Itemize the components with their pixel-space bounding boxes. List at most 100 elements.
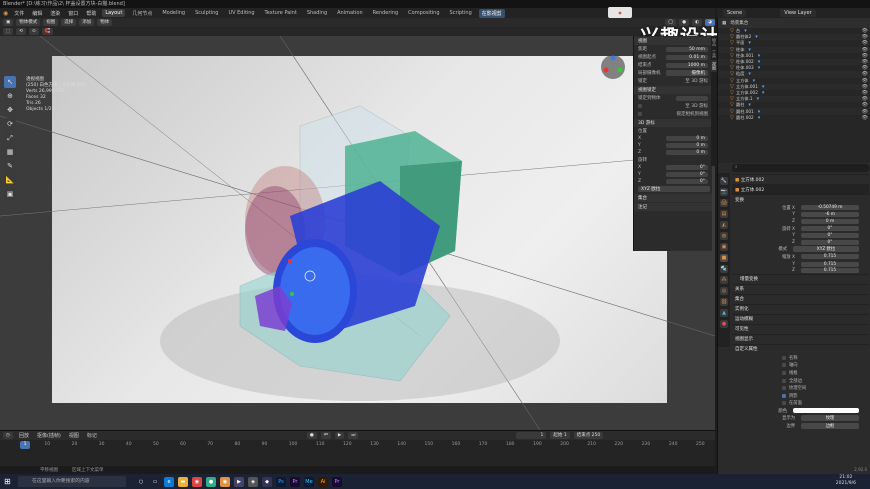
visibility-eye-icon[interactable]: 👁 xyxy=(862,65,868,71)
task-view-icon[interactable]: ▭ xyxy=(150,477,160,487)
object-mode-dropdown[interactable]: 物体模式 xyxy=(16,19,41,26)
rotation-mode-dropdown[interactable]: XYZ 欧拉 xyxy=(793,246,859,253)
navigation-gizmo[interactable] xyxy=(598,52,628,82)
section-visibility[interactable]: 可见性 xyxy=(732,323,869,334)
display-as-dropdown[interactable]: 纹理 xyxy=(801,415,859,422)
timeline-ruler[interactable]: 10 20 30 40 50 60 70 80 90 100 110 120 130 140 150 160 1… xyxy=(0,441,715,451)
section-instancing[interactable]: 实例化 xyxy=(732,303,869,314)
display-option-checkbox[interactable] xyxy=(782,355,786,360)
visibility-eye-icon[interactable]: 👁 xyxy=(862,109,868,115)
section-custom-properties[interactable]: 自定义属性 xyxy=(732,343,869,354)
menu-timeline-view[interactable]: 视图 xyxy=(67,431,81,440)
section-view-lock[interactable]: 视图锁定 xyxy=(634,86,712,94)
blender-taskbar-icon[interactable]: ◉ xyxy=(220,476,230,487)
menu-render[interactable]: 渲染 xyxy=(48,9,62,18)
data-tab-icon[interactable]: ▲ xyxy=(720,309,728,317)
location-x-field[interactable]: -0.50749 m xyxy=(801,205,859,211)
visibility-eye-icon[interactable]: 👁 xyxy=(862,71,868,77)
playhead[interactable]: 1 xyxy=(20,441,30,449)
3d-viewport[interactable]: 透视视图 (250) 白色方块 | 立方体.002 Verts 26,990,7… xyxy=(0,36,715,430)
rotate-icon[interactable]: ⟳ xyxy=(4,118,16,130)
pivot-icon[interactable]: ⊙ xyxy=(29,28,39,35)
tab-texture-paint[interactable]: Texture Paint xyxy=(262,9,300,17)
constraints-tab-icon[interactable]: ⛓ xyxy=(720,298,728,306)
cursor-icon[interactable]: ⊕ xyxy=(4,90,16,102)
scale-icon[interactable]: ⤢ xyxy=(4,132,16,144)
add-cube-icon[interactable]: ▣ xyxy=(4,188,16,200)
tab-modeling[interactable]: Modeling xyxy=(159,9,188,17)
display-option-checkbox[interactable] xyxy=(782,370,786,375)
clip-start-field[interactable]: 0.01 m xyxy=(666,54,708,60)
move-icon[interactable]: ✥ xyxy=(4,104,16,116)
blender-logo-icon[interactable]: ◉ xyxy=(3,10,8,17)
view-layer-tab-icon[interactable]: ▤ xyxy=(720,210,728,218)
cursor-loc-y-field[interactable]: 0 m xyxy=(666,143,708,148)
app4-icon[interactable]: ◆ xyxy=(262,476,272,487)
menu-object[interactable]: 物体 xyxy=(97,19,113,26)
modifier-tab-icon[interactable]: 🔩 xyxy=(720,265,728,273)
tab-compositing[interactable]: Compositing xyxy=(405,9,442,17)
rotation-x-field[interactable]: 0° xyxy=(801,226,859,232)
section-collections[interactable]: 集合 xyxy=(732,293,869,304)
menu-playback[interactable]: 回放 xyxy=(17,431,31,440)
world-tab-icon[interactable]: ◍ xyxy=(720,232,728,240)
visibility-eye-icon[interactable]: 👁 xyxy=(862,102,868,108)
section-view[interactable]: 视图 xyxy=(634,37,712,45)
clip-end-field[interactable]: 1000 m xyxy=(666,62,708,68)
cursor-loc-z-field[interactable]: 0 m xyxy=(666,150,708,155)
menu-edit[interactable]: 编辑 xyxy=(30,9,44,18)
cursor-rotation-mode-dropdown[interactable]: XYZ 欧拉 xyxy=(638,186,710,192)
visibility-eye-icon[interactable]: 👁 xyxy=(862,53,868,59)
scene-tab-icon[interactable]: ◭ xyxy=(720,221,728,229)
cursor-rot-y-field[interactable]: 0° xyxy=(666,172,708,177)
record-icon[interactable]: ● xyxy=(306,432,317,439)
color-swatch[interactable] xyxy=(793,408,859,414)
scale-z-field[interactable]: 0.715 xyxy=(801,268,859,274)
illustrator-icon[interactable]: Ai xyxy=(318,476,328,487)
rotation-z-field[interactable]: 0° xyxy=(801,239,859,245)
tab-scripting[interactable]: Scripting xyxy=(447,9,475,17)
particles-tab-icon[interactable]: ⁂ xyxy=(720,276,728,284)
focal-length-field[interactable]: 50 mm xyxy=(666,46,708,52)
visibility-eye-icon[interactable]: 👁 xyxy=(862,40,868,46)
menu-help[interactable]: 帮助 xyxy=(84,9,98,18)
visibility-eye-icon[interactable]: 👁 xyxy=(862,34,868,40)
play-icon[interactable]: ▶ xyxy=(334,432,345,439)
editor-type-button[interactable]: ▣ xyxy=(3,19,14,26)
menu-select[interactable]: 选择 xyxy=(61,19,77,26)
material-tab-icon[interactable]: ● xyxy=(720,320,728,328)
render-tab-icon[interactable]: 📷 xyxy=(720,188,728,196)
taskbar-search-input[interactable]: 在这里输入你要搜索的内容 xyxy=(18,476,126,487)
app-icon[interactable]: ● xyxy=(206,476,216,487)
object-name-field[interactable]: ■ 立方体.002 xyxy=(732,184,869,194)
physics-tab-icon[interactable]: ◎ xyxy=(720,287,728,295)
tab-uv-editing[interactable]: UV Editing xyxy=(225,9,257,17)
visibility-eye-icon[interactable]: 👁 xyxy=(862,47,868,53)
cursor-loc-x-field[interactable]: 0 m xyxy=(666,136,708,141)
visibility-eye-icon[interactable]: 👁 xyxy=(862,78,868,84)
snap-icon[interactable]: 🧲 xyxy=(41,28,54,35)
display-option-checkbox[interactable] xyxy=(782,363,786,368)
end-frame-field[interactable]: 结束点 250 xyxy=(573,432,604,439)
tab-layout[interactable]: Layout xyxy=(102,9,126,17)
section-viewport-display[interactable]: 视图显示 xyxy=(732,333,869,344)
lock-cursor-checkbox[interactable] xyxy=(638,104,642,108)
current-frame-field[interactable]: 1 xyxy=(516,432,547,439)
section-collections[interactable]: 集合 xyxy=(634,194,712,202)
tab-rendering[interactable]: Rendering xyxy=(370,9,402,17)
section-delta-transform[interactable]: 增量变换 xyxy=(732,273,869,284)
timeline-editor-type[interactable]: ◷ xyxy=(3,432,13,439)
location-y-field[interactable]: -6 m xyxy=(801,212,859,218)
jump-start-icon[interactable]: ⏮ xyxy=(320,432,331,439)
edge-icon[interactable]: e xyxy=(164,476,174,487)
photoshop-icon[interactable]: Ps xyxy=(276,476,286,487)
lock-object-field[interactable] xyxy=(676,95,708,101)
windows-start-icon[interactable]: ⊞ xyxy=(4,477,11,486)
section-motion-blur[interactable]: 运动模糊 xyxy=(732,313,869,324)
menu-keying[interactable]: 抠像(插帧) xyxy=(35,431,63,440)
menu-add[interactable]: 添加 xyxy=(79,19,95,26)
display-option-checkbox[interactable] xyxy=(782,386,786,391)
transform-orientation-icon[interactable]: ⟲ xyxy=(16,28,27,35)
properties-search-input[interactable]: ⌕ xyxy=(732,164,869,172)
app3-icon[interactable]: ◈ xyxy=(248,476,258,487)
